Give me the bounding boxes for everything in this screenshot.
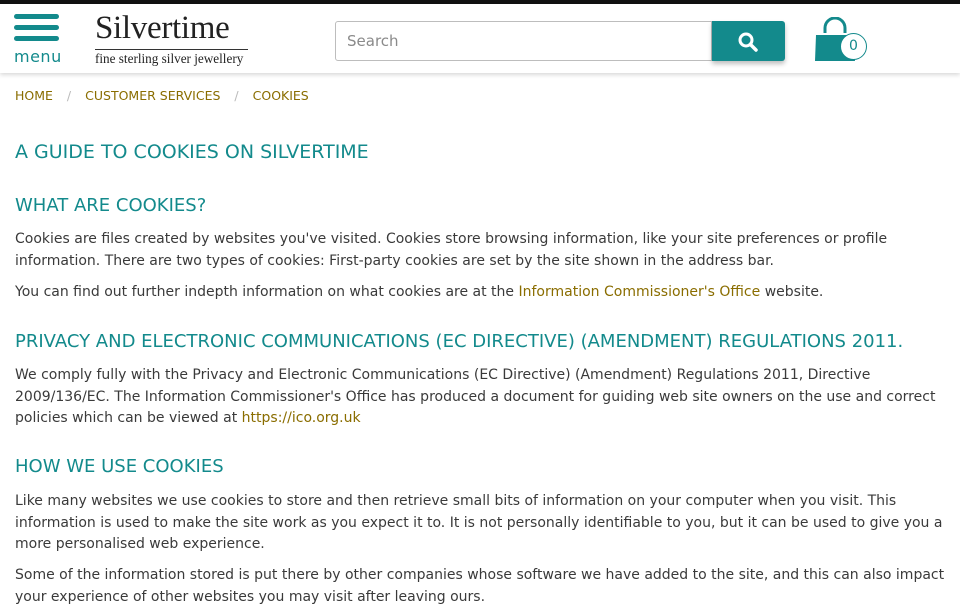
site-logo[interactable]: Silvertime fine sterling silver jeweller… <box>95 10 255 67</box>
logo-brand: Silvertime <box>95 10 230 46</box>
cart-button[interactable]: 0 <box>814 16 872 67</box>
hamburger-bar <box>14 25 59 30</box>
how-paragraph-2: Some of the information stored is put th… <box>15 567 945 605</box>
ico-url-link[interactable]: https://ico.org.uk <box>242 410 361 426</box>
ico-link[interactable]: Information Commissioner's Office <box>519 284 761 300</box>
cart-count-badge: 0 <box>840 33 867 60</box>
logo-rule <box>95 49 248 50</box>
hamburger-bar <box>14 36 59 41</box>
privacy-paragraph: We comply fully with the Privacy and Ele… <box>15 365 945 430</box>
page-title: A GUIDE TO COOKIES ON SILVERTIME <box>15 141 369 163</box>
breadcrumb-cookies[interactable]: COOKIES <box>253 88 309 103</box>
breadcrumb-separator: / <box>66 88 72 103</box>
breadcrumb-separator: / <box>234 88 239 103</box>
breadcrumb: HOME / CUSTOMER SERVICES / COOKIES <box>15 88 309 103</box>
logo-tagline: fine sterling silver jewellery <box>95 51 244 66</box>
search-icon <box>738 32 758 52</box>
site-header: menu Silvertime fine sterling silver jew… <box>0 4 960 73</box>
what-paragraph-2: You can find out further indepth informa… <box>15 282 945 304</box>
menu-label: menu <box>14 47 62 66</box>
breadcrumb-home[interactable]: HOME <box>15 88 53 103</box>
search-bar <box>335 21 785 61</box>
hamburger-icon <box>14 14 59 19</box>
privacy-text: We comply fully with the Privacy and Ele… <box>15 367 936 426</box>
section-heading-privacy: PRIVACY AND ELECTRONIC COMMUNICATIONS (E… <box>15 331 904 352</box>
search-input[interactable] <box>335 21 712 61</box>
breadcrumb-customer-services[interactable]: CUSTOMER SERVICES <box>85 88 220 103</box>
how-paragraph-1: Like many websites we use cookies to sto… <box>15 493 943 552</box>
search-button[interactable] <box>712 21 785 61</box>
menu-button[interactable]: menu <box>14 14 61 66</box>
what-p2-text-end: website. <box>760 284 824 300</box>
what-p2-text: You can find out further indepth informa… <box>15 284 519 300</box>
section-heading-how: HOW WE USE COOKIES <box>15 456 224 477</box>
section-heading-what: WHAT ARE COOKIES? <box>15 195 207 216</box>
what-paragraph-1: Cookies are files created by websites yo… <box>15 231 888 269</box>
